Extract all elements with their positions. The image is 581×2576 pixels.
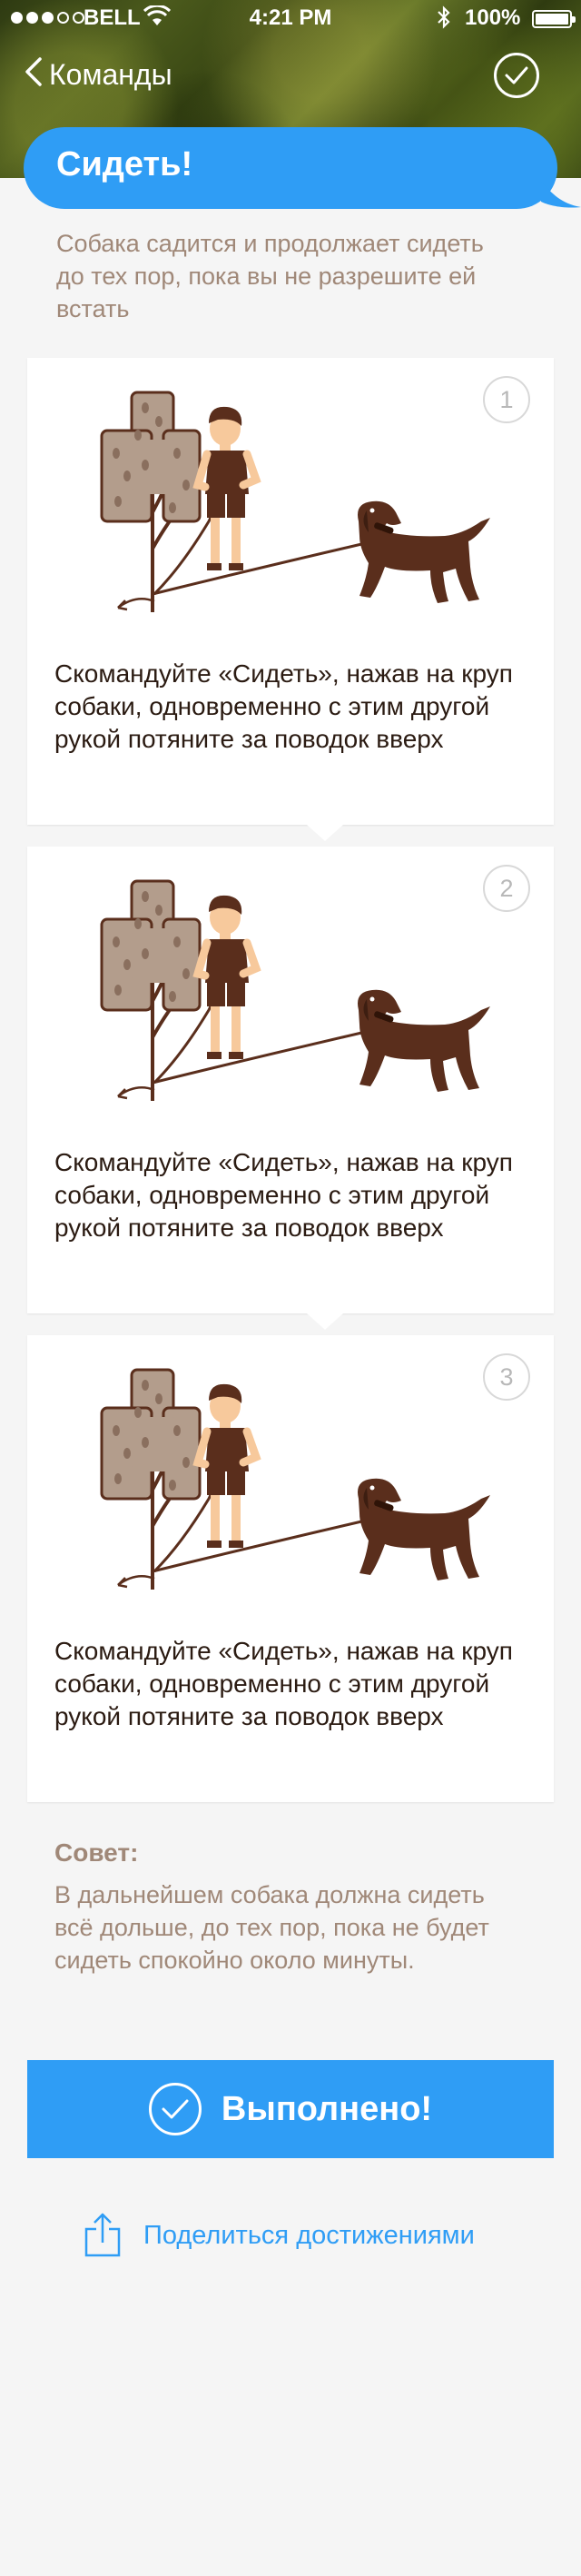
step-text: Скомандуйте «Сидеть», нажав на круп соба… (54, 1637, 513, 1730)
share-label: Поделиться достижениями (143, 2220, 475, 2250)
checkmark-icon (505, 66, 528, 84)
step-text: Скомандуйте «Сидеть», нажав на круп соба… (54, 659, 513, 753)
tip-title: Совет: (54, 1838, 139, 1867)
battery-percentage: 100% (465, 5, 521, 30)
command-description: Собака садится и продолжает сидеть до те… (56, 230, 484, 322)
done-button-label: Выполнено! (221, 2089, 433, 2128)
chevron-left-icon (24, 56, 44, 94)
step-card-2: 2 Скомандуйте «Сидеть», нажав на круп со… (27, 847, 554, 1330)
command-title: Сидеть! (56, 145, 193, 183)
command-title-bubble: Сидеть! (24, 127, 557, 209)
bubble-tail (541, 182, 581, 208)
share-achievements-link[interactable]: Поделиться достижениями (84, 2213, 475, 2258)
tip-text: В дальнейшем собака должна сидеть всё до… (54, 1881, 489, 1974)
training-illustration (100, 879, 490, 1101)
card-pointer (307, 825, 343, 841)
bluetooth-icon (436, 5, 452, 36)
share-icon (84, 2213, 121, 2257)
step-card-3: 3 Скомандуйте «Сидеть», нажав на круп со… (27, 1335, 554, 1802)
step-text: Скомандуйте «Сидеть», нажав на круп соба… (54, 1148, 513, 1242)
step-card-1: 1 Скомандуйте «Сидеть», нажав на круп со… (27, 358, 554, 841)
status-bar: BELL 4:21 PM 100% (0, 0, 581, 36)
done-button[interactable]: Выполнено! (27, 2060, 554, 2158)
back-button[interactable]: Команды (24, 54, 172, 94)
back-button-label: Команды (49, 57, 172, 91)
card-pointer (307, 1313, 343, 1330)
battery-icon (532, 10, 576, 28)
training-illustration (100, 391, 490, 612)
checkmark-circle-icon (148, 2083, 202, 2135)
training-illustration (100, 1368, 490, 1590)
mark-done-button[interactable] (494, 53, 539, 98)
